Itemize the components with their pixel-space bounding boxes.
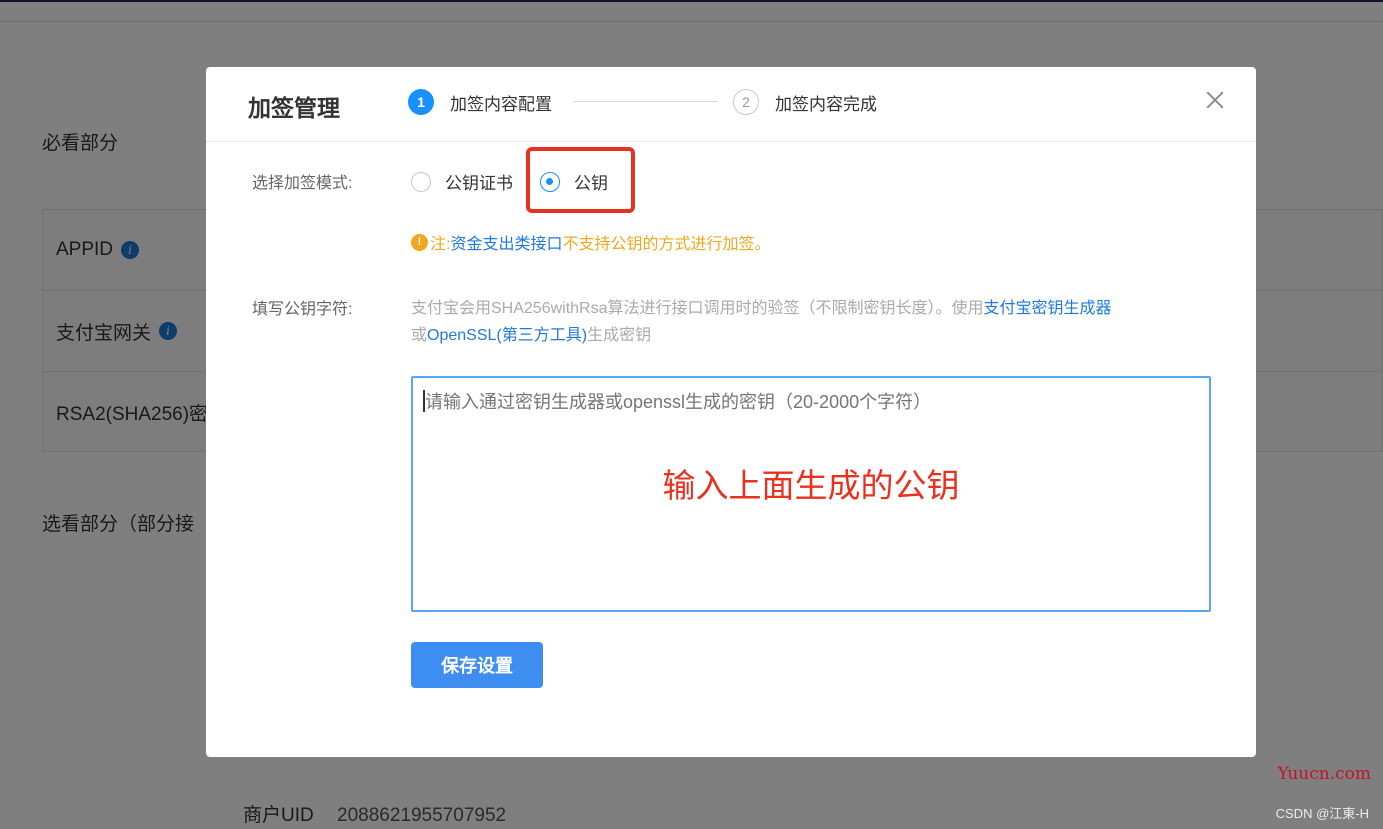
step-2: 2 加签内容完成 xyxy=(733,89,877,115)
site-watermark: Yuucn.com xyxy=(1277,764,1371,784)
note-prefix: 注: xyxy=(430,236,451,253)
radio-circle-icon[interactable] xyxy=(411,171,431,192)
highlight-annotation-box xyxy=(526,147,635,213)
radio-label: 公钥证书 xyxy=(445,174,513,193)
step-2-number: 2 xyxy=(733,89,759,115)
openssl-link[interactable]: OpenSSL(第三方工具) xyxy=(427,327,587,344)
step-1-label: 加签内容配置 xyxy=(450,94,552,114)
desc-text-3: 生成密钥 xyxy=(587,327,652,344)
csdn-watermark: CSDN @江東-H xyxy=(1275,806,1369,821)
radio-public-key-cert[interactable]: 公钥证书 xyxy=(411,169,513,194)
step-2-label: 加签内容完成 xyxy=(775,94,877,114)
note-message: ! 注: 资金支出类接口 不支持公钥的方式进行加签。 xyxy=(411,230,770,254)
annotation-text: 输入上面生成的公钥 xyxy=(662,467,960,504)
key-label: 填写公钥字符: xyxy=(252,301,353,318)
modal-header: 加签管理 1 加签内容配置 2 加签内容完成 xyxy=(206,67,1256,142)
signing-management-modal: 加签管理 1 加签内容配置 2 加签内容完成 选择加签模式: 公钥证书 公钥 !… xyxy=(206,67,1256,757)
key-description: 支付宝会用SHA256withRsa算法进行接口调用时的验签（不限制密钥长度）。… xyxy=(411,295,1221,349)
desc-text-2: 或 xyxy=(411,327,428,344)
close-icon[interactable] xyxy=(1202,87,1228,113)
step-connector xyxy=(574,101,718,102)
mode-label: 选择加签模式: xyxy=(252,175,353,192)
modal-title: 加签管理 xyxy=(248,95,340,121)
key-generator-link[interactable]: 支付宝密钥生成器 xyxy=(984,300,1112,317)
note-highlight: 资金支出类接口 xyxy=(450,236,563,253)
warning-icon: ! xyxy=(411,233,428,251)
step-1-number: 1 xyxy=(408,89,434,115)
step-1: 1 加签内容配置 xyxy=(408,89,552,115)
desc-text-1: 支付宝会用SHA256withRsa算法进行接口调用时的验签（不限制密钥长度）。… xyxy=(411,300,984,317)
save-settings-button[interactable]: 保存设置 xyxy=(411,642,543,688)
text-caret xyxy=(423,390,425,412)
note-text: 不支持公钥的方式进行加签。 xyxy=(562,236,771,253)
